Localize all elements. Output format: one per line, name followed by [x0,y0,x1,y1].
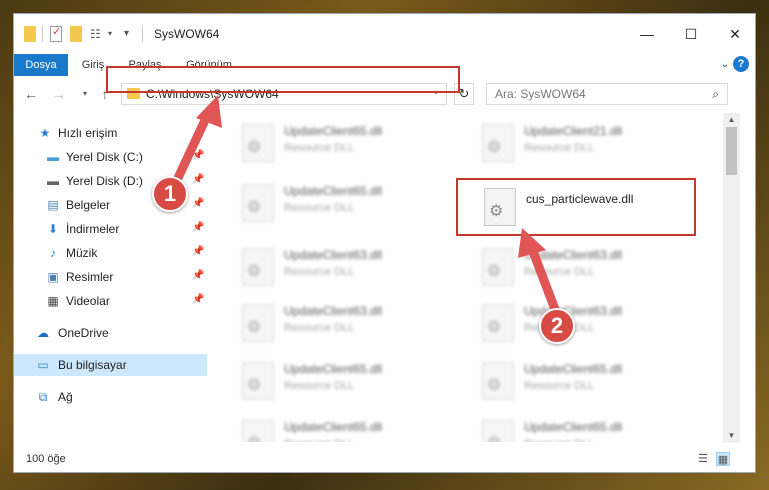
arrow-1 [173,95,222,183]
annotation-arrows [173,95,561,317]
step-2-badge: 2 [539,308,575,344]
arrow-2 [518,228,561,317]
step-1-badge: 1 [152,176,188,212]
